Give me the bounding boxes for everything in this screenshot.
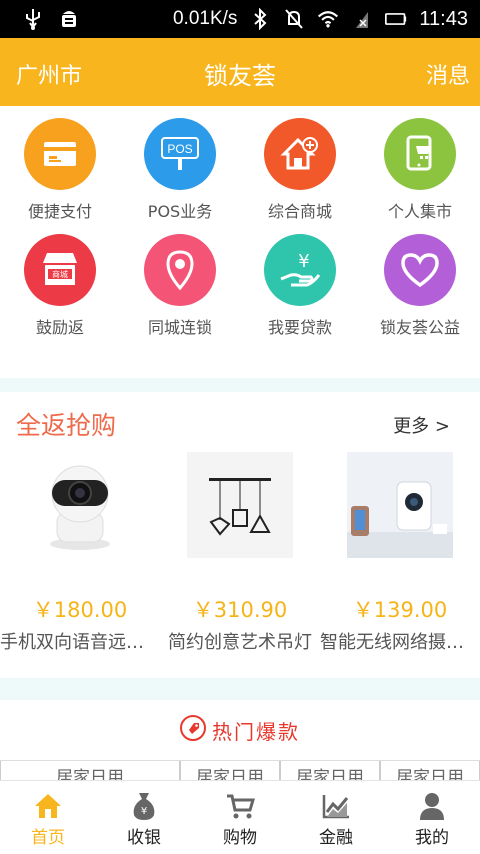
category-cell[interactable]: 居家日用 — [180, 761, 280, 780]
messages-button[interactable]: 消息 — [426, 58, 470, 90]
cart-icon — [225, 791, 255, 821]
grid-label: 便捷支付 — [27, 202, 92, 221]
tab-shopping[interactable]: 购物 — [192, 781, 288, 854]
section-divider — [0, 378, 480, 392]
usb-icon — [22, 8, 44, 30]
grid-item-charity[interactable]: 锁友荟公益 — [360, 222, 480, 338]
product-price: ￥180.00 — [32, 598, 128, 622]
tab-cashier[interactable]: ¥ 收银 — [96, 781, 192, 854]
money-bag-icon: ¥ — [129, 791, 159, 821]
grid-item-payment[interactable]: 便捷支付 — [0, 106, 120, 222]
bluetooth-icon — [249, 8, 271, 30]
grid-label: 个人集市 — [387, 202, 452, 221]
tab-profile[interactable]: 我的 — [384, 781, 480, 854]
tag-icon — [180, 715, 206, 745]
more-link[interactable]: 更多 > — [393, 412, 450, 438]
promo-section-title: 全返抢购 — [16, 411, 117, 440]
tab-label: 我的 — [415, 828, 449, 848]
heart-icon — [384, 234, 456, 306]
category-cell[interactable]: 居家日用 — [280, 761, 380, 780]
section-divider — [0, 678, 480, 700]
mute-icon — [283, 8, 305, 30]
grid-label: 锁友荟公益 — [379, 318, 460, 337]
tab-label: 收银 — [127, 828, 161, 848]
tab-finance[interactable]: 金融 — [288, 781, 384, 854]
clock: 11:43 — [419, 7, 468, 30]
location-pin-icon — [144, 234, 216, 306]
product-name: 手机双向语音远程监控摄像头 — [0, 632, 160, 653]
chart-icon — [321, 791, 351, 821]
battery-icon — [385, 8, 407, 30]
camera-image — [27, 452, 133, 558]
yen-symbol: ¥ — [298, 251, 309, 272]
product-name: 简约创意艺术吊灯 — [168, 632, 312, 653]
network-speed: 0.01K/s — [172, 8, 238, 29]
category-cell[interactable]: 居家日用 — [380, 761, 480, 780]
shop-icon: 商城 — [24, 234, 96, 306]
smart-camera-image — [347, 452, 453, 558]
house-plus-icon — [264, 118, 336, 190]
grid-item-market[interactable]: 个人集市 — [360, 106, 480, 222]
hand-yen-icon: ¥ — [264, 234, 336, 306]
category-strip: 居家日用 居家日用 居家日用 居家日用 — [0, 760, 480, 780]
tab-label: 购物 — [223, 828, 257, 848]
bottom-tab-bar: 首页 ¥ 收银 购物 金融 我的 — [0, 780, 480, 854]
product-name: 智能无线网络摄像机 — [320, 632, 480, 653]
home-icon — [33, 791, 63, 821]
pendant-lamp-image — [187, 452, 293, 558]
pos-icon-text: POS — [167, 142, 192, 156]
app-screen: 0.01K/s 11:43 广州市 锁友荟 消息 便捷支付 POS POS业务 … — [0, 0, 480, 854]
grid-label: 同城连锁 — [147, 318, 212, 337]
grid-item-pos[interactable]: POS POS业务 — [120, 106, 240, 222]
shop-icon-text: 商城 — [52, 269, 68, 279]
grid-label: 我要贷款 — [267, 318, 332, 337]
grid-label: POS业务 — [147, 202, 213, 221]
city-selector[interactable]: 广州市 — [16, 58, 82, 90]
grid-label: 鼓励返 — [35, 318, 84, 337]
grid-item-rebate[interactable]: 商城 鼓励返 — [0, 222, 120, 338]
grid-item-chain[interactable]: 同城连锁 — [120, 222, 240, 338]
signal-icon — [351, 8, 373, 30]
product-card[interactable]: ￥180.00 手机双向语音远程监控摄像头 — [0, 452, 160, 653]
tab-label: 金融 — [319, 828, 353, 848]
tab-home[interactable]: 首页 — [0, 781, 96, 854]
grid-item-loan[interactable]: ¥ 我要贷款 — [240, 222, 360, 338]
wifi-icon — [317, 8, 339, 30]
product-price: ￥139.00 — [352, 598, 448, 622]
grid-item-mall[interactable]: 综合商城 — [240, 106, 360, 222]
pos-icon: POS — [144, 118, 216, 190]
product-card[interactable]: ￥310.90 简约创意艺术吊灯 — [160, 452, 320, 653]
hot-section-header: 热门爆款 — [0, 700, 480, 760]
hot-section-title: 热门爆款 — [212, 719, 300, 744]
product-card[interactable]: ￥139.00 智能无线网络摄像机 — [320, 452, 480, 653]
user-icon — [417, 791, 447, 821]
android-debug-icon — [58, 8, 80, 30]
app-header: 广州市 锁友荟 消息 — [0, 38, 480, 106]
tablet-cart-icon — [384, 118, 456, 190]
status-bar: 0.01K/s 11:43 — [0, 0, 480, 38]
product-price: ￥310.90 — [192, 598, 288, 622]
grid-label: 综合商城 — [267, 202, 332, 221]
svg-text:¥: ¥ — [141, 806, 147, 817]
category-cell[interactable]: 居家日用 — [0, 761, 180, 780]
card-icon — [24, 118, 96, 190]
feature-grid: 便捷支付 POS POS业务 综合商城 个人集市 商城 鼓励返 同城连锁 ¥ 我… — [0, 106, 480, 378]
tab-label: 首页 — [31, 828, 65, 848]
